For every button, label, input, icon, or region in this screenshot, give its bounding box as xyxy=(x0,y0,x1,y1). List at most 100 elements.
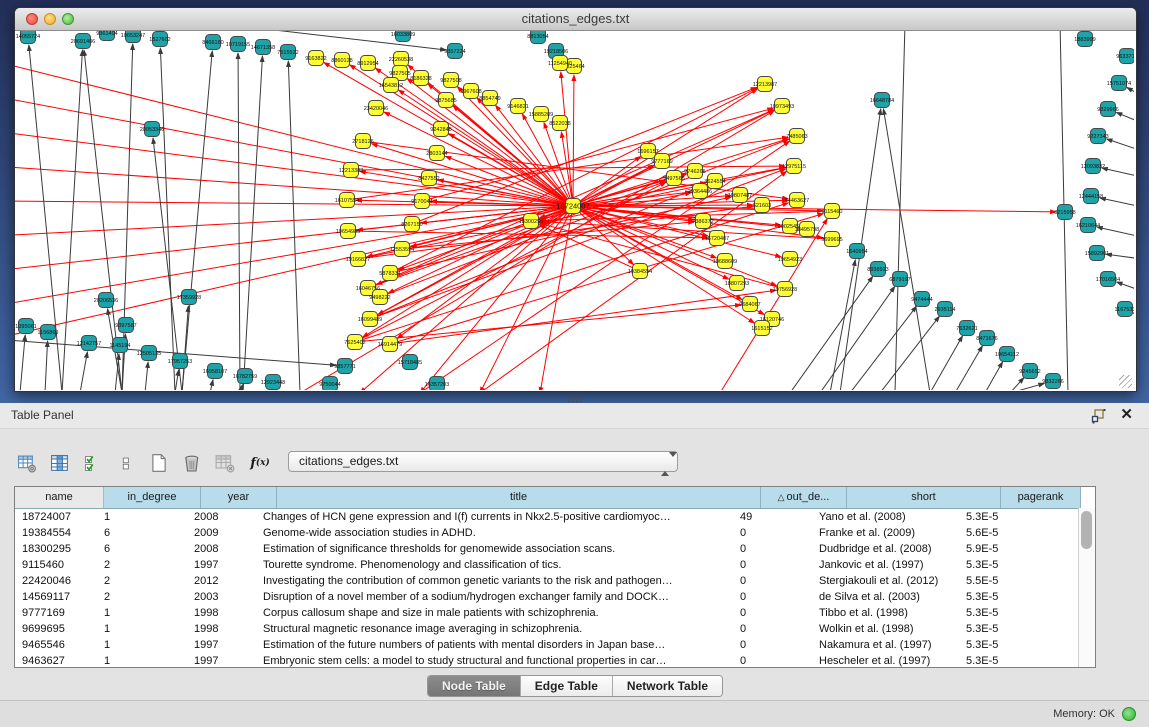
network-node[interactable]: 2935114 xyxy=(934,302,955,317)
network-edge[interactable] xyxy=(182,51,212,390)
table-row[interactable]: 1830029562008Estimation of significance … xyxy=(15,541,1095,557)
network-node[interactable]: 10653247 xyxy=(121,31,145,43)
network-edge[interactable] xyxy=(1116,282,1134,291)
network-node[interactable]: 9827508 xyxy=(440,73,461,88)
network-node[interactable]: 9115460 xyxy=(821,204,842,219)
network-node[interactable]: 12505135 xyxy=(137,346,161,361)
network-edge[interactable] xyxy=(80,352,87,390)
column-header-pagerank[interactable]: pagerank xyxy=(1001,487,1081,508)
network-node[interactable]: 7386372 xyxy=(692,214,713,229)
network-node[interactable]: 9633715 xyxy=(1116,49,1134,64)
network-node[interactable]: 8860128 xyxy=(331,53,352,68)
network-node[interactable]: 20691406 xyxy=(71,34,95,49)
zoom-window-button[interactable] xyxy=(62,13,74,25)
resize-grip-icon[interactable] xyxy=(1119,375,1132,388)
network-node[interactable]: 16914479 xyxy=(378,337,402,352)
table-row[interactable]: 2242004622012Investigating the contribut… xyxy=(15,573,1095,589)
close-window-button[interactable] xyxy=(26,13,38,25)
network-edge[interactable] xyxy=(62,50,82,390)
network-node[interactable]: 12093832 xyxy=(1081,159,1105,174)
select-all-icon[interactable] xyxy=(80,451,106,475)
network-edge[interactable] xyxy=(720,219,827,390)
network-node[interactable]: 7485063 xyxy=(786,129,807,144)
network-node[interactable]: 15892901 xyxy=(1085,246,1109,261)
column-header-name[interactable]: name xyxy=(15,487,104,508)
network-edge[interactable] xyxy=(1010,378,1024,390)
network-edge[interactable] xyxy=(1116,112,1134,123)
network-view[interactable]: 14055724 206914069361404 10653247 1527602 84… xyxy=(15,31,1134,390)
network-node[interactable]: 8912954 xyxy=(357,56,378,71)
network-node[interactable]: 1640954 xyxy=(846,244,867,259)
network-edge[interactable] xyxy=(145,362,148,390)
tab-network-table[interactable]: Network Table xyxy=(613,676,722,696)
network-node[interactable]: 8854749 xyxy=(479,91,500,106)
network-node[interactable]: 9361404 xyxy=(96,31,117,41)
network-node[interactable]: 1145194 xyxy=(109,338,130,353)
network-node[interactable]: 10688609 xyxy=(713,254,737,269)
network-edge[interactable] xyxy=(390,290,776,344)
column-header-out_de[interactable]: △out_de... xyxy=(761,487,847,508)
scrollbar-thumb[interactable] xyxy=(1081,511,1092,549)
tab-edge-table[interactable]: Edge Table xyxy=(521,676,613,696)
network-edge[interactable] xyxy=(363,141,788,199)
network-edge[interactable] xyxy=(1133,313,1134,317)
network-node[interactable]: 2803144 xyxy=(426,146,447,161)
network-node[interactable]: 7515522 xyxy=(277,45,298,60)
network-node[interactable]: 12213383 xyxy=(339,163,363,178)
network-node[interactable]: 14463627 xyxy=(785,193,809,208)
table-row[interactable]: 946554611997Estimation of the future num… xyxy=(15,637,1095,653)
network-node[interactable]: 16958107 xyxy=(203,364,227,379)
network-window-titlebar[interactable]: citations_edges.txt xyxy=(15,8,1136,31)
table-row[interactable]: 969969511998Structural magnetic resonanc… xyxy=(15,621,1095,637)
network-node[interactable]: 9699695 xyxy=(821,232,842,247)
network-node[interactable]: 12923448 xyxy=(261,375,285,390)
column-header-title[interactable]: title xyxy=(277,487,761,508)
network-node[interactable]: 8215958 xyxy=(1054,205,1075,220)
table-mode-icon[interactable] xyxy=(14,451,40,475)
network-edge[interactable] xyxy=(830,260,855,390)
network-edge[interactable] xyxy=(1102,168,1134,177)
network-node[interactable]: 8186328 xyxy=(410,71,431,86)
network-node[interactable]: 23420046 xyxy=(364,101,388,116)
network-node[interactable]: 15885209 xyxy=(529,107,553,122)
network-node[interactable]: 9777169 xyxy=(651,154,672,169)
network-node[interactable]: 16357203 xyxy=(425,377,449,391)
network-node[interactable]: 12975115 xyxy=(782,159,806,174)
network-node[interactable]: 16782759 xyxy=(233,369,257,384)
network-node[interactable]: 9832266 xyxy=(1042,374,1063,389)
network-node[interactable]: 9357224 xyxy=(444,44,465,59)
network-node[interactable]: 6879197 xyxy=(889,272,910,287)
network-node[interactable]: 8471676 xyxy=(976,331,997,346)
network-node[interactable]: 20206536 xyxy=(94,293,118,308)
network-edge[interactable] xyxy=(1106,254,1134,259)
network-node[interactable]: 9170044 xyxy=(411,194,432,209)
network-edge[interactable] xyxy=(930,336,963,390)
network-node[interactable]: 16107554 xyxy=(335,193,359,208)
network-node[interactable]: 9146821 xyxy=(507,99,528,114)
float-panel-icon[interactable] xyxy=(1091,408,1107,424)
network-node[interactable]: 18807293 xyxy=(725,276,749,291)
network-node[interactable]: 5878334 xyxy=(379,266,400,281)
network-node[interactable]: 17016504 xyxy=(1096,272,1120,287)
network-edge[interactable] xyxy=(880,316,939,390)
network-node[interactable]: 9163822 xyxy=(305,51,326,66)
network-node[interactable]: 22260538 xyxy=(389,52,413,67)
network-edge[interactable] xyxy=(820,286,895,390)
network-edge[interactable] xyxy=(790,276,873,390)
network-node[interactable]: 7625402 xyxy=(344,335,365,350)
table-row[interactable]: 1456911722003Disruption of a novel membe… xyxy=(15,589,1095,605)
network-edge[interactable] xyxy=(850,306,917,390)
column-header-short[interactable]: short xyxy=(847,487,1001,508)
network-edge[interactable] xyxy=(1097,227,1134,237)
tab-node-table[interactable]: Node Table xyxy=(428,676,521,696)
network-edge[interactable] xyxy=(175,370,179,390)
network-node[interactable]: 3624554 xyxy=(704,174,725,189)
network-node[interactable]: 1527602 xyxy=(149,32,170,47)
network-edge[interactable] xyxy=(20,335,25,390)
network-node[interactable]: 16033809 xyxy=(391,31,415,42)
network-node[interactable]: 17957253 xyxy=(168,354,192,369)
network-node[interactable]: 10719155 xyxy=(226,37,250,52)
network-node[interactable]: 16648784 xyxy=(870,93,894,108)
delete-columns-icon[interactable] xyxy=(179,451,205,475)
network-node[interactable]: 14055724 xyxy=(16,31,40,44)
